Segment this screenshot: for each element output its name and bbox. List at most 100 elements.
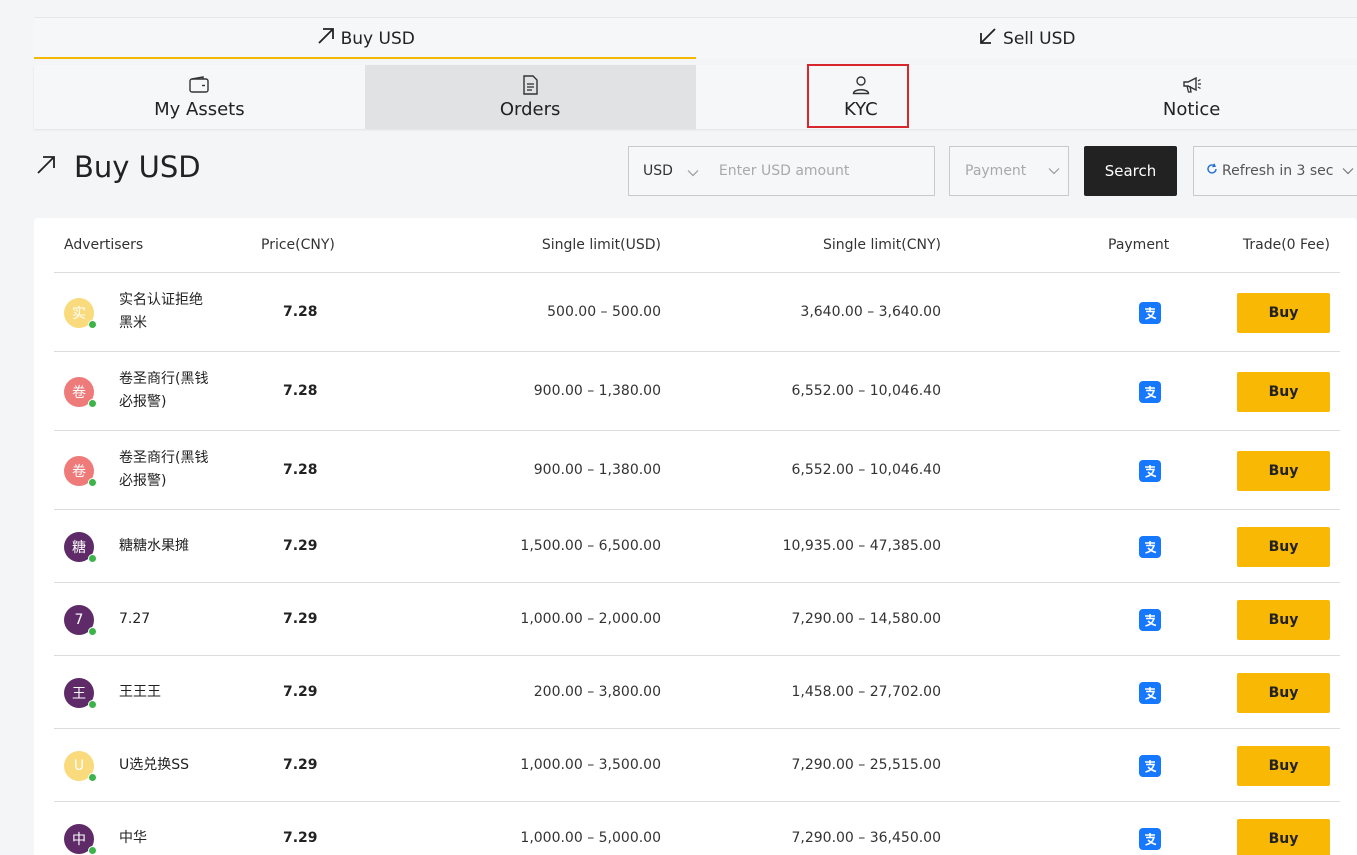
online-status-dot [88, 399, 97, 408]
avatar: 中 [64, 824, 97, 855]
header-limit-usd: Single limit(USD) [541, 237, 661, 253]
buy-button[interactable]: Buy [1237, 372, 1330, 412]
avatar: 卷 [64, 377, 97, 408]
amount-input[interactable] [718, 163, 909, 179]
table-row: 卷 卷圣商行(黑钱必报警) 7.28 900.00 – 1,380.00 6,552.0… [54, 351, 1340, 430]
header-price: Price(CNY) [261, 237, 335, 253]
tab-sell-usd[interactable]: Sell USD [696, 18, 1357, 59]
alipay-icon [1139, 682, 1161, 704]
avatar: 卷 [64, 456, 97, 487]
alipay-icon [1139, 302, 1161, 324]
limit-cny: 10,935.00 – 47,385.00 [782, 538, 941, 554]
tab-buy-usd-label: Buy USD [340, 28, 415, 49]
limit-usd: 1,000.00 – 5,000.00 [520, 830, 661, 846]
limit-usd: 900.00 – 1,380.00 [533, 383, 661, 399]
online-status-dot [88, 478, 97, 487]
arrow-down-left-icon [977, 25, 1003, 52]
user-icon [851, 74, 871, 96]
arrow-up-right-icon [34, 153, 58, 181]
nav-orders[interactable]: Orders [364, 65, 696, 129]
table-row: U U选兑换SS 7.29 1,000.00 – 3,500.00 7,290.00 –… [54, 728, 1340, 801]
nav-kyc-label: KYC [844, 99, 878, 120]
price: 7.29 [283, 538, 318, 554]
limit-usd: 1,000.00 – 2,000.00 [520, 611, 661, 627]
online-status-dot [88, 627, 97, 636]
buy-button[interactable]: Buy [1237, 819, 1330, 855]
limit-usd: 1,000.00 – 3,500.00 [520, 757, 661, 773]
advertiser-name[interactable]: 糖糖水果摊 [119, 535, 209, 558]
document-icon [521, 74, 539, 96]
chevron-down-icon[interactable] [687, 162, 699, 181]
search-button[interactable]: Search [1084, 146, 1177, 196]
buy-button[interactable]: Buy [1237, 600, 1330, 640]
alipay-icon [1139, 536, 1161, 558]
nav-my-assets[interactable]: My Assets [34, 65, 365, 129]
header-payment: Payment [1108, 237, 1170, 253]
online-status-dot [88, 700, 97, 709]
price: 7.28 [283, 304, 318, 320]
refresh-select[interactable]: Refresh in 3 sec [1193, 146, 1357, 196]
advertiser-name[interactable]: 王王王 [119, 681, 209, 704]
table-row: 7 7.27 7.29 1,000.00 – 2,000.00 7,290.00 – 1… [54, 582, 1340, 655]
chevron-down-icon [1342, 163, 1354, 179]
refresh-icon [1206, 163, 1218, 179]
advertiser-name[interactable]: 卷圣商行(黑钱必报警) [119, 447, 209, 493]
limit-cny: 7,290.00 – 25,515.00 [791, 757, 942, 773]
price: 7.29 [283, 830, 318, 846]
avatar-letter: 中 [72, 832, 86, 848]
limit-cny: 7,290.00 – 14,580.00 [791, 611, 942, 627]
alipay-icon [1139, 755, 1161, 777]
arrow-up-right-icon [315, 25, 341, 52]
avatar-letter: 王 [72, 686, 86, 702]
online-status-dot [88, 773, 97, 782]
table-row: 卷 卷圣商行(黑钱必报警) 7.28 900.00 – 1,380.00 6,552.0… [54, 430, 1340, 509]
limit-usd: 1,500.00 – 6,500.00 [520, 538, 661, 554]
alipay-icon [1139, 609, 1161, 631]
trade-direction-tabs: Buy USD Sell USD [34, 17, 1357, 59]
avatar-letter: U [73, 758, 85, 774]
table-row: 实 实名认证拒绝黑米 7.28 500.00 – 500.00 3,640.00 – 3… [54, 272, 1340, 351]
header-advertisers: Advertisers [64, 237, 144, 253]
wallet-icon [188, 74, 210, 96]
avatar: 实 [64, 298, 97, 329]
buy-button[interactable]: Buy [1237, 293, 1330, 333]
alipay-icon [1139, 828, 1161, 850]
nav-kyc[interactable]: KYC [696, 64, 1027, 129]
advertiser-name[interactable]: U选兑换SS [119, 754, 209, 777]
online-status-dot [88, 846, 97, 855]
table-row: 中 中华 7.29 1,000.00 – 5,000.00 7,290.00 – 36,… [54, 801, 1340, 855]
limit-cny: 1,458.00 – 27,702.00 [791, 684, 942, 700]
ads-table: Advertisers Price(CNY) Single limit(USD)… [34, 218, 1357, 855]
limit-usd: 900.00 – 1,380.00 [533, 462, 661, 478]
page-heading: Buy USD [34, 150, 201, 184]
payment-select[interactable]: Payment [949, 146, 1069, 196]
limit-usd: 500.00 – 500.00 [547, 304, 661, 320]
advertiser-name[interactable]: 实名认证拒绝黑米 [119, 289, 209, 335]
refresh-label: Refresh in 3 sec [1222, 163, 1334, 179]
alipay-icon [1139, 460, 1161, 482]
limit-cny: 6,552.00 – 10,046.40 [791, 462, 942, 478]
advertiser-name[interactable]: 卷圣商行(黑钱必报警) [119, 368, 209, 414]
amount-field: USD [628, 146, 935, 196]
table-row: 王王王王 7.29 200.00 – 3,800.00 1,458.00 – 27,7… [54, 655, 1340, 728]
tab-buy-usd[interactable]: Buy USD [34, 18, 696, 59]
nav-notice[interactable]: Notice [1026, 65, 1357, 129]
price: 7.28 [283, 383, 318, 399]
page-title: Buy USD [74, 150, 201, 184]
price: 7.29 [283, 684, 318, 700]
currency-select[interactable]: USD [643, 163, 673, 179]
buy-button[interactable]: Buy [1237, 746, 1330, 786]
advertiser-name[interactable]: 中华 [119, 827, 209, 850]
price: 7.29 [283, 611, 318, 627]
tab-sell-usd-label: Sell USD [1003, 28, 1076, 49]
table-header: Advertisers Price(CNY) Single limit(USD)… [34, 218, 1357, 273]
buy-button[interactable]: Buy [1237, 451, 1330, 491]
chevron-down-icon [1048, 163, 1060, 179]
buy-button[interactable]: Buy [1237, 673, 1330, 713]
advertiser-name[interactable]: 7.27 [119, 608, 209, 631]
limit-cny: 6,552.00 – 10,046.40 [791, 383, 942, 399]
table-row: 糖 糖糖水果摊 7.29 1,500.00 – 6,500.00 10,935.00 –… [54, 509, 1340, 582]
buy-button[interactable]: Buy [1237, 527, 1330, 567]
price: 7.28 [283, 462, 318, 478]
avatar: U [64, 751, 97, 782]
